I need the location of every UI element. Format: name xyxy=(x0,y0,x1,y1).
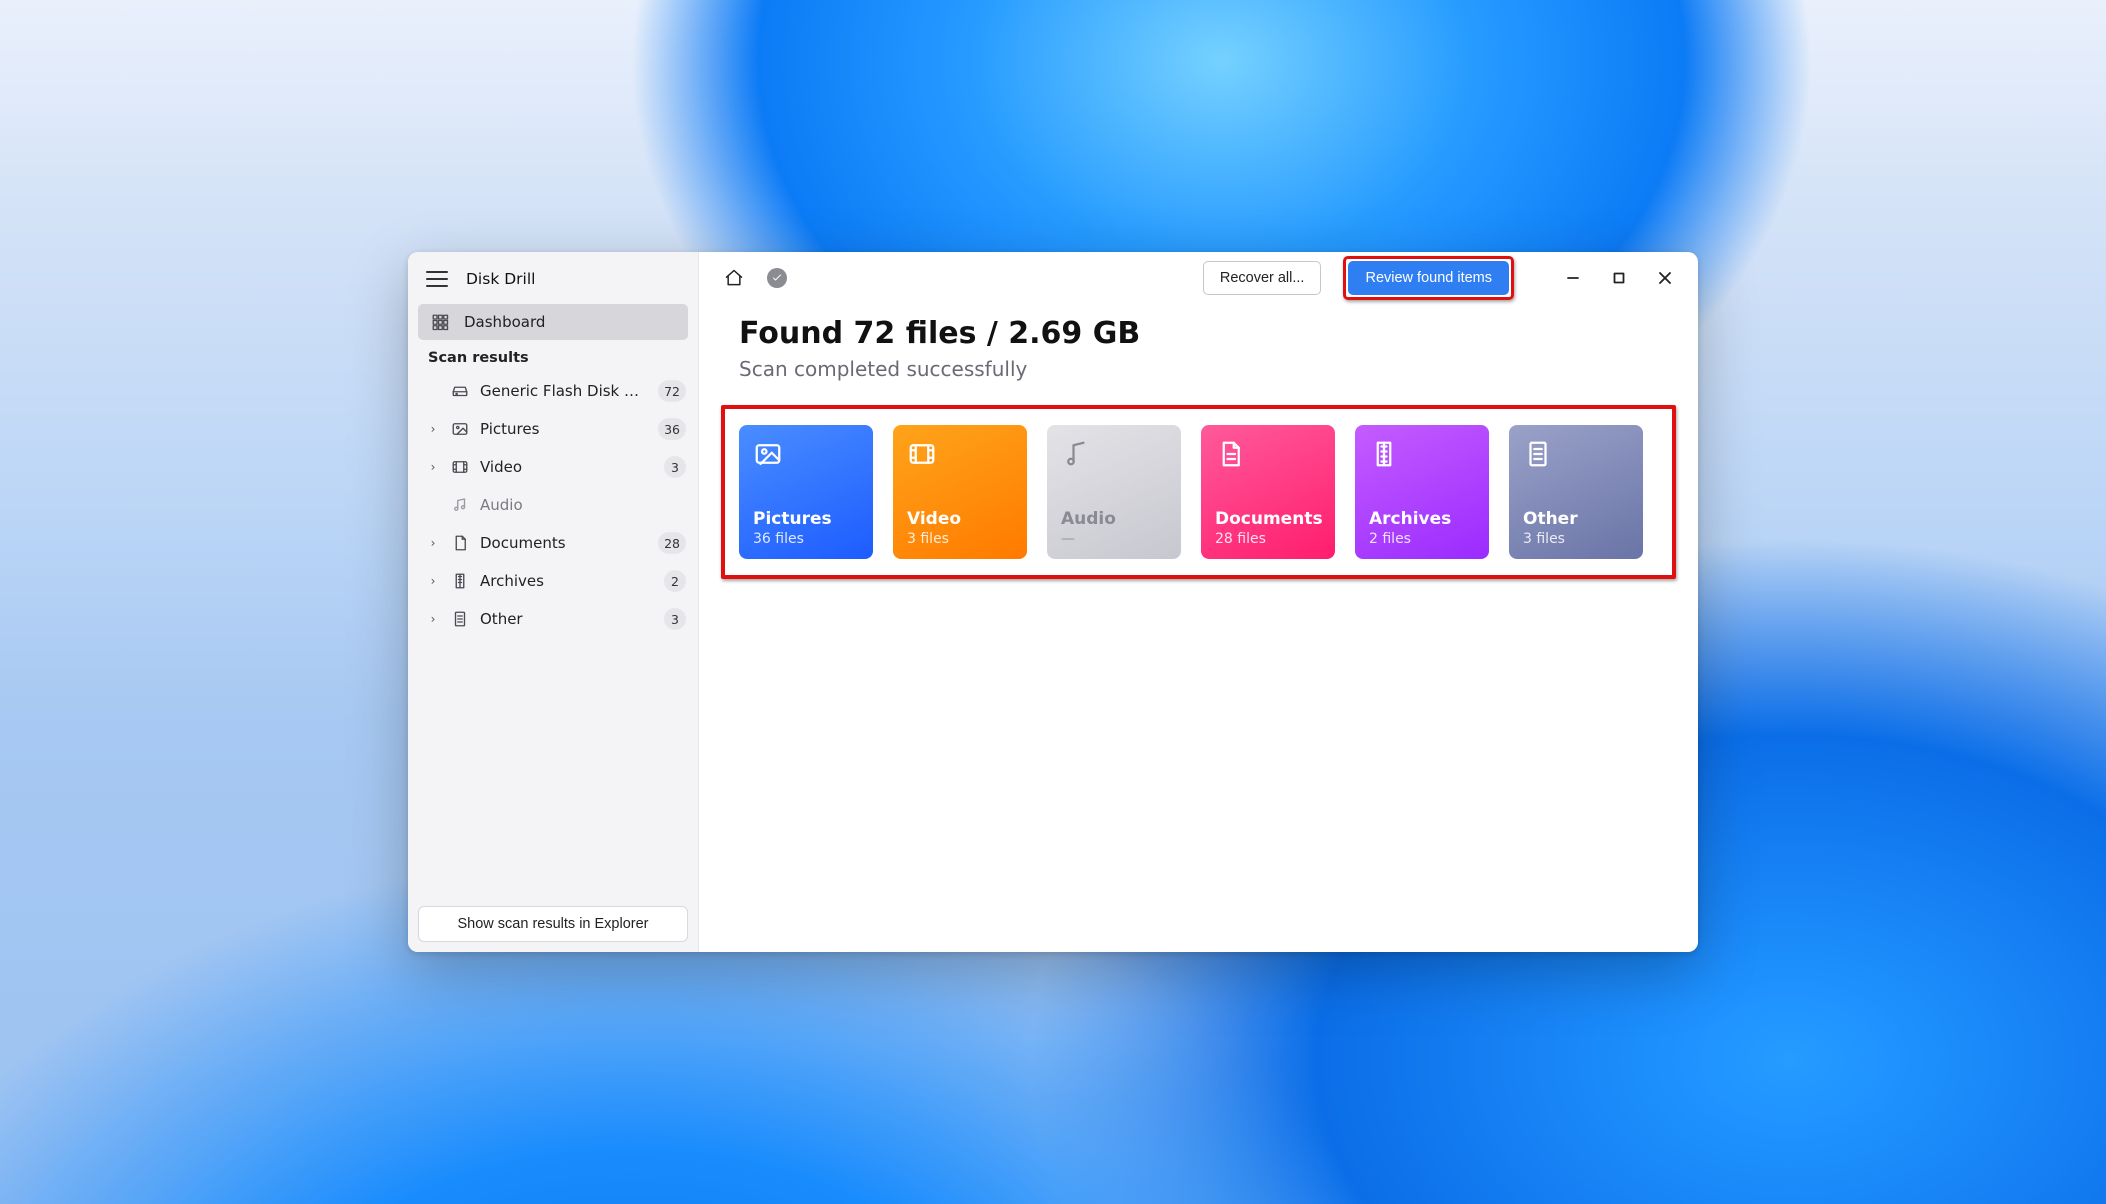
tree-item-count: 3 xyxy=(664,608,686,630)
picture-icon xyxy=(753,439,859,475)
sidebar-footer: Show scan results in Explorer xyxy=(408,896,698,952)
chevron-right-icon[interactable]: › xyxy=(428,422,438,436)
tree-item-count: 28 xyxy=(658,532,686,554)
tree-item-count: 2 xyxy=(664,570,686,592)
content-area: Found 72 files / 2.69 GB Scan completed … xyxy=(699,304,1698,391)
scan-results-heading: Scan results xyxy=(408,340,698,372)
category-card-sub: 2 files xyxy=(1369,531,1475,547)
video-icon xyxy=(450,457,470,477)
audio-icon xyxy=(1061,439,1167,475)
category-card-title: Other xyxy=(1523,509,1629,529)
recover-all-button[interactable]: Recover all... xyxy=(1203,261,1322,295)
picture-icon xyxy=(450,419,470,439)
tree-item-label: Video xyxy=(480,458,654,476)
toolbar: Recover all... Review found items xyxy=(699,252,1698,304)
tree-item-label: Documents xyxy=(480,534,648,552)
category-card-archives[interactable]: Archives 2 files xyxy=(1355,425,1489,559)
tree-item-video[interactable]: › Video 3 xyxy=(408,448,698,486)
category-cards: Pictures 36 files Video 3 files xyxy=(739,425,1658,559)
sidebar-device[interactable]: ▸ Generic Flash Disk USB D... 72 xyxy=(408,372,698,410)
status-ok-icon xyxy=(767,268,787,288)
sidebar-device-label: Generic Flash Disk USB D... xyxy=(480,382,648,400)
tree-item-pictures[interactable]: › Pictures 36 xyxy=(408,410,698,448)
category-card-title: Archives xyxy=(1369,509,1475,529)
window-controls xyxy=(1550,256,1688,300)
chevron-right-icon[interactable]: › xyxy=(428,574,438,588)
document-icon xyxy=(1215,439,1321,475)
grid-icon xyxy=(430,312,450,332)
chevron-right-icon[interactable]: › xyxy=(428,536,438,550)
category-card-title: Pictures xyxy=(753,509,859,529)
archive-icon xyxy=(450,571,470,591)
close-button[interactable] xyxy=(1642,256,1688,300)
file-icon xyxy=(450,609,470,629)
video-icon xyxy=(907,439,1013,475)
tree-item-count: 3 xyxy=(664,456,686,478)
highlight-annotation: Review found items xyxy=(1343,256,1514,300)
tree-item-documents[interactable]: › Documents 28 xyxy=(408,524,698,562)
file-icon xyxy=(1523,439,1629,475)
tree-item-count: 36 xyxy=(658,418,686,440)
sidebar-item-dashboard[interactable]: Dashboard xyxy=(418,304,688,340)
category-card-sub: 3 files xyxy=(907,531,1013,547)
sidebar: Disk Drill Dashboard Scan results ▸ Gene… xyxy=(408,252,699,952)
tree-item-label: Audio xyxy=(480,496,686,514)
category-card-sub: 3 files xyxy=(1523,531,1629,547)
results-headline: Found 72 files / 2.69 GB xyxy=(739,316,1658,351)
category-card-title: Video xyxy=(907,509,1013,529)
chevron-right-icon[interactable]: › xyxy=(428,460,438,474)
category-card-video[interactable]: Video 3 files xyxy=(893,425,1027,559)
tree-item-label: Other xyxy=(480,610,654,628)
category-card-audio[interactable]: Audio — xyxy=(1047,425,1181,559)
hamburger-icon[interactable] xyxy=(426,271,448,287)
show-in-explorer-button[interactable]: Show scan results in Explorer xyxy=(418,906,688,942)
tree-item-audio[interactable]: › Audio xyxy=(408,486,698,524)
category-card-sub: 28 files xyxy=(1215,531,1321,547)
app-window: Disk Drill Dashboard Scan results ▸ Gene… xyxy=(408,252,1698,952)
sidebar-item-label: Dashboard xyxy=(464,313,545,331)
drive-icon xyxy=(450,381,470,401)
tree-item-archives[interactable]: › Archives 2 xyxy=(408,562,698,600)
app-title: Disk Drill xyxy=(466,270,535,288)
category-card-sub: 36 files xyxy=(753,531,859,547)
category-card-sub: — xyxy=(1061,531,1167,547)
review-found-items-button[interactable]: Review found items xyxy=(1348,261,1509,295)
tree-item-label: Pictures xyxy=(480,420,648,438)
results-subline: Scan completed successfully xyxy=(739,357,1658,381)
document-icon xyxy=(450,533,470,553)
category-card-other[interactable]: Other 3 files xyxy=(1509,425,1643,559)
tree-item-label: Archives xyxy=(480,572,654,590)
audio-icon xyxy=(450,495,470,515)
category-card-documents[interactable]: Documents 28 files xyxy=(1201,425,1335,559)
maximize-button[interactable] xyxy=(1596,256,1642,300)
main-panel: Recover all... Review found items Found … xyxy=(699,252,1698,952)
category-cards-highlight: Pictures 36 files Video 3 files xyxy=(721,405,1676,579)
category-card-pictures[interactable]: Pictures 36 files xyxy=(739,425,873,559)
category-card-title: Audio xyxy=(1061,509,1167,529)
category-card-title: Documents xyxy=(1215,509,1321,529)
minimize-button[interactable] xyxy=(1550,256,1596,300)
archive-icon xyxy=(1369,439,1475,475)
sidebar-device-count: 72 xyxy=(658,380,686,402)
chevron-right-icon[interactable]: › xyxy=(428,612,438,626)
tree-item-other[interactable]: › Other 3 xyxy=(408,600,698,638)
sidebar-header: Disk Drill xyxy=(408,262,698,304)
home-icon[interactable] xyxy=(723,267,745,289)
